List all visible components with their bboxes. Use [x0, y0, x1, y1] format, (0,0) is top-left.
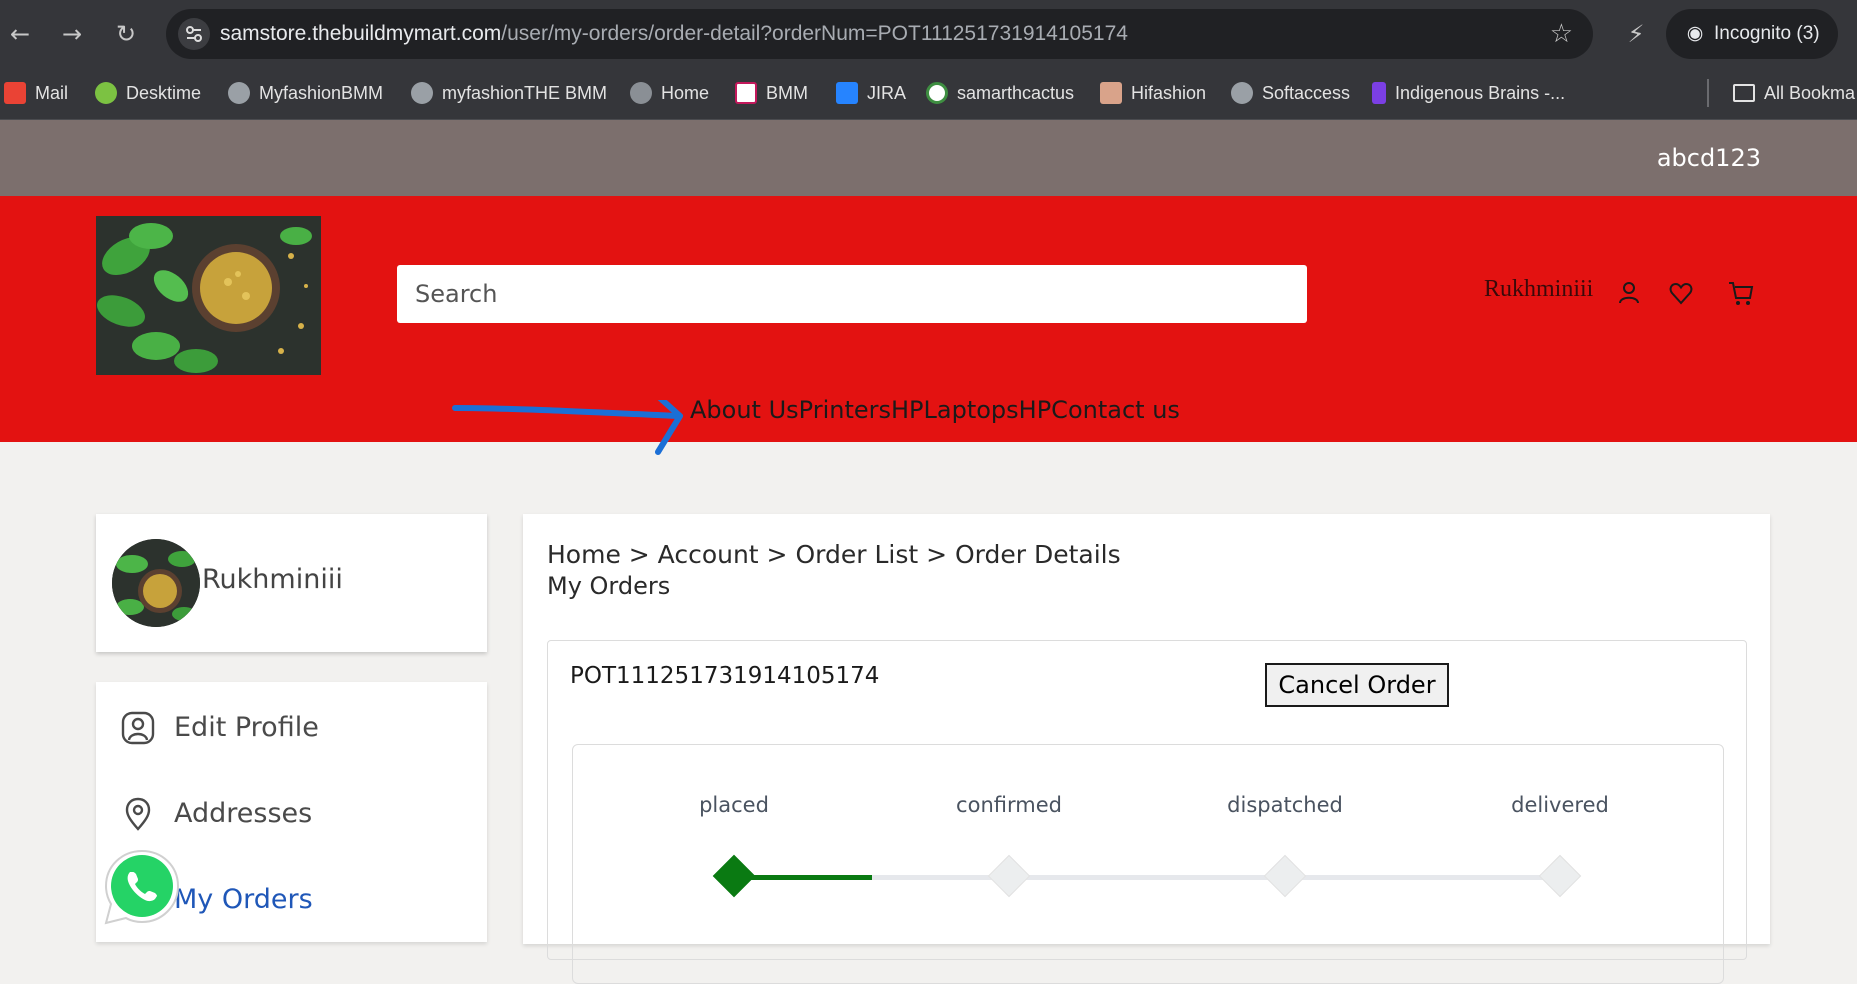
- url-host: samstore.thebuildmymart.com: [220, 22, 502, 45]
- bookmark-myfashion-the-bmm[interactable]: myfashionTHE BMM: [411, 67, 607, 120]
- globe-icon: [228, 81, 250, 104]
- profile-name: Rukhminiii: [202, 564, 343, 595]
- user-icon: [121, 711, 155, 745]
- site-settings-icon[interactable]: [178, 18, 210, 50]
- step-label-placed: placed: [699, 793, 769, 817]
- bookmarks-bar: Mail Desktime MyfashionBMM myfashionTHE …: [0, 67, 1857, 120]
- url-path: /user/my-orders/order-detail?orderNum=PO…: [501, 22, 1128, 45]
- bookmark-label: All Bookma: [1764, 83, 1856, 103]
- whatsapp-chat-button[interactable]: [100, 845, 184, 929]
- search-input[interactable]: [397, 265, 1307, 323]
- bookmark-indigenous-brains[interactable]: Indigenous Brains -...: [1372, 67, 1565, 120]
- url-text: samstore.thebuildmymart.com/user/my-orde…: [220, 9, 1128, 59]
- bookmark-label: JIRA: [867, 83, 907, 103]
- cancel-order-button[interactable]: Cancel Order: [1265, 663, 1449, 707]
- step-marker-confirmed: [987, 854, 1031, 898]
- bookmarks-divider: [1707, 79, 1709, 107]
- bookmark-label: Home: [661, 83, 710, 103]
- site-header: Rukhminiii About UsPrintersHPLaptopsHPCo…: [0, 196, 1857, 442]
- bookmark-label: MyfashionBMM: [259, 83, 384, 103]
- incognito-icon: ◉: [1686, 23, 1704, 44]
- step-marker-placed: [712, 854, 756, 898]
- folder-icon: [1733, 83, 1755, 102]
- forward-icon[interactable]: →: [52, 14, 92, 54]
- bookmark-hifashion[interactable]: Hifashion: [1100, 67, 1206, 120]
- order-status-tracker: placed confirmed dispatched delivered: [572, 744, 1724, 984]
- hifashion-icon: [1100, 81, 1122, 104]
- bookmark-label: Hifashion: [1131, 83, 1207, 103]
- order-card: POT111251731914105174 Cancel Order place…: [547, 640, 1747, 984]
- bookmark-label: myfashionTHE BMM: [442, 83, 608, 103]
- site-logo[interactable]: [96, 216, 321, 375]
- order-detail-panel: Home > Account > Order List > Order Deta…: [523, 514, 1770, 984]
- wishlist-heart-icon[interactable]: [1666, 278, 1696, 308]
- bmm-icon: [735, 81, 757, 104]
- step-label-dispatched: dispatched: [1227, 793, 1343, 817]
- step-marker-dispatched: [1263, 854, 1307, 898]
- indigenous-icon: [1372, 81, 1386, 104]
- bookmark-jira[interactable]: JIRA: [836, 67, 906, 120]
- sidebar-item-label: Addresses: [174, 798, 313, 829]
- cactus-icon: [926, 81, 948, 104]
- location-pin-icon: [125, 797, 151, 831]
- breadcrumb[interactable]: Home > Account > Order List > Order Deta…: [547, 540, 1121, 569]
- bookmark-label: Softaccess: [1262, 83, 1351, 103]
- page-title: My Orders: [547, 572, 671, 600]
- globe-icon: [630, 81, 652, 104]
- avatar-image: [112, 539, 200, 627]
- bookmark-label: Desktime: [126, 83, 202, 103]
- reload-icon[interactable]: ↻: [106, 14, 146, 54]
- incognito-label: Incognito (3): [1714, 23, 1820, 44]
- avatar: [112, 539, 200, 627]
- profile-card: Rukhminiii: [96, 514, 487, 652]
- gmail-icon: [4, 81, 26, 104]
- cart-icon[interactable]: [1726, 278, 1756, 308]
- bookmark-home[interactable]: Home: [630, 67, 709, 120]
- all-bookmarks-button[interactable]: All Bookma: [1733, 67, 1855, 120]
- sidebar-item-label: Edit Profile: [174, 712, 319, 743]
- header-username[interactable]: Rukhminiii: [1484, 276, 1593, 303]
- bookmark-softaccess[interactable]: Softaccess: [1231, 67, 1350, 120]
- order-number: POT111251731914105174: [570, 663, 880, 689]
- bookmark-label: samarthcactus: [957, 83, 1075, 103]
- bookmark-label: Mail: [35, 83, 69, 103]
- back-icon[interactable]: ←: [0, 14, 40, 54]
- bookmark-label: BMM: [766, 83, 808, 103]
- sidebar-item-label: My Orders: [174, 884, 313, 915]
- topbar-username[interactable]: abcd123: [1657, 120, 1761, 196]
- step-label-delivered: delivered: [1511, 793, 1609, 817]
- incognito-button[interactable]: ◉ Incognito (3): [1666, 9, 1838, 59]
- step-label-confirmed: confirmed: [956, 793, 1062, 817]
- bookmark-samarthcactus[interactable]: samarthcactus: [926, 67, 1074, 120]
- performance-icon[interactable]: ⚡: [1616, 14, 1656, 54]
- browser-toolbar: ← → ↻ samstore.thebuildmymart.com/user/m…: [0, 0, 1857, 67]
- globe-icon: [411, 81, 433, 104]
- main-menu-links[interactable]: About UsPrintersHPLaptopsHPContact us: [690, 396, 1180, 424]
- bookmark-label: Indigenous Brains -...: [1395, 83, 1566, 103]
- desktime-icon: [95, 81, 117, 104]
- globe-icon: [1231, 81, 1253, 104]
- bookmark-desktime[interactable]: Desktime: [95, 67, 201, 120]
- bookmark-bmm[interactable]: BMM: [735, 67, 808, 120]
- fenugreek-logo-image: [96, 216, 321, 375]
- bookmark-star-icon[interactable]: ☆: [1550, 9, 1573, 59]
- account-icon[interactable]: [1614, 278, 1644, 308]
- bookmark-mail[interactable]: Mail: [4, 67, 68, 120]
- address-bar[interactable]: samstore.thebuildmymart.com/user/my-orde…: [166, 9, 1593, 59]
- step-marker-delivered: [1538, 854, 1582, 898]
- annotation-arrow-icon: [452, 400, 683, 455]
- site-topbar: abcd123: [0, 120, 1857, 196]
- bookmark-myfashionbmm[interactable]: MyfashionBMM: [228, 67, 383, 120]
- whatsapp-icon: [104, 849, 180, 925]
- jira-icon: [836, 81, 858, 104]
